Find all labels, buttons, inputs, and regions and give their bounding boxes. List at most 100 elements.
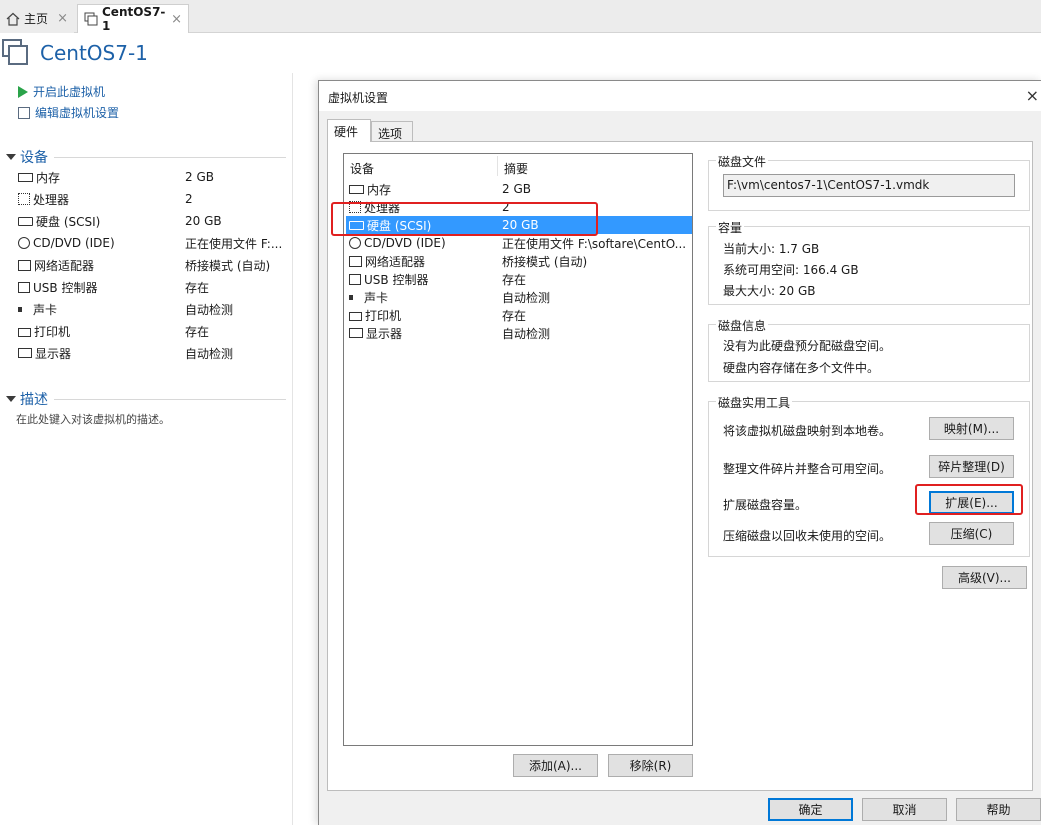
defragment-button[interactable]: 碎片整理(D) [929,455,1014,478]
display-icon [18,348,32,358]
device-list-item[interactable]: USB 控制器 存在 [346,270,692,288]
device-item-summary: 桥接模式 (自动) [502,254,588,269]
compact-button[interactable]: 压缩(C) [929,522,1014,545]
disk-info-line2: 硬盘内容存储在多个文件中。 [723,361,880,375]
device-value: 2 [185,192,193,206]
summary-device-row[interactable]: 处理器 2 [18,188,288,210]
disk-file-title: 磁盘文件 [716,153,769,170]
network-adapter-icon [349,255,362,267]
collapse-caret-icon [6,154,16,160]
sound-card-icon [349,292,361,303]
device-item-summary: 自动检测 [502,326,551,341]
disk-file-group: 磁盘文件 F:\vm\centos7-1\CentOS7-1.vmdk [708,153,1030,211]
device-item-name: 声卡 [364,290,389,305]
device-item-name: CD/DVD (IDE) [364,236,446,250]
description-heading: 描述 [20,392,48,408]
tab-options[interactable]: 选项 [371,121,413,141]
device-list-item[interactable]: 打印机 存在 [346,306,692,324]
ok-button[interactable]: 确定 [768,798,853,821]
vm-settings-dialog: 虚拟机设置 × 硬件 选项 设备 摘要 内存 2 GB 处理器 2 硬盘 (SC… [318,80,1041,825]
usb-controller-icon [349,273,361,285]
device-item-name: USB 控制器 [364,272,429,287]
expand-button-highlight [915,484,1023,515]
device-list-item[interactable]: 显示器 自动检测 [346,324,692,342]
add-device-button[interactable]: 添加(A)... [513,754,598,777]
column-device[interactable]: 设备 [350,160,374,177]
remove-device-button[interactable]: 移除(R) [608,754,693,777]
tab-home[interactable]: 主页 × [0,4,74,33]
memory-icon [349,184,364,194]
edit-settings-link[interactable]: 编辑虚拟机设置 [18,104,119,121]
available-space-text: 系统可用空间: 166.4 GB [723,263,859,277]
summary-device-row[interactable]: 声卡 自动检测 [18,298,288,320]
device-list-item[interactable]: CD/DVD (IDE) 正在使用文件 F:\softare\CentO... [346,234,692,252]
current-size-text: 当前大小: 1.7 GB [723,242,820,256]
help-button[interactable]: 帮助 [956,798,1041,821]
usb-controller-icon [18,281,30,293]
device-list-item[interactable]: 网络适配器 桥接模式 (自动) [346,252,692,270]
vm-large-icon [2,39,30,67]
device-name: 处理器 [33,192,70,207]
hard-disk-icon [18,216,33,226]
tab-hardware[interactable]: 硬件 [327,119,371,142]
device-list-header: 设备 摘要 [344,154,692,178]
map-button[interactable]: 映射(M)... [929,417,1014,440]
summary-device-row[interactable]: 硬盘 (SCSI) 20 GB [18,210,288,232]
device-item-summary: 2 GB [502,182,531,196]
description-section-header[interactable]: 描述 [6,389,286,409]
display-icon [349,328,363,338]
description-field[interactable]: 在此处键入对该虚拟机的描述。 [16,411,170,427]
device-name: 声卡 [33,302,58,317]
summary-device-row[interactable]: 网络适配器 桥接模式 (自动) [18,254,288,276]
device-name: USB 控制器 [33,280,98,295]
dialog-titlebar: 虚拟机设置 × [319,81,1041,111]
column-summary[interactable]: 摘要 [504,160,528,177]
devices-section-header[interactable]: 设备 [6,147,286,167]
tab-strip: 主页 × CentOS7-1 × [0,0,1041,33]
disk-file-path-field[interactable]: F:\vm\centos7-1\CentOS7-1.vmdk [723,174,1015,197]
edit-settings-icon [18,106,30,119]
device-list[interactable]: 设备 摘要 内存 2 GB 处理器 2 硬盘 (SCSI) 20 GB CD/D… [343,153,693,746]
device-name: 显示器 [35,346,72,361]
hardware-tab-pane: 设备 摘要 内存 2 GB 处理器 2 硬盘 (SCSI) 20 GB CD/D… [327,141,1033,791]
capacity-title: 容量 [716,219,745,236]
compact-description: 压缩磁盘以回收未使用的空间。 [723,529,892,543]
device-item-summary: 存在 [502,308,527,323]
device-list-item[interactable]: 声卡 自动检测 [346,288,692,306]
device-item-summary: 正在使用文件 F:\softare\CentO... [502,236,687,251]
device-value: 20 GB [185,214,222,228]
tab-vm[interactable]: CentOS7-1 × [77,4,189,33]
collapse-caret-icon [6,396,16,402]
close-icon[interactable]: × [1026,86,1039,105]
summary-device-row[interactable]: USB 控制器 存在 [18,276,288,298]
summary-device-row[interactable]: CD/DVD (IDE) 正在使用文件 F:... [18,232,288,254]
close-tab-vm-icon[interactable]: × [171,12,182,27]
device-item-summary: 自动检测 [502,290,551,305]
vm-title: CentOS7-1 [40,41,148,65]
device-item-name: 打印机 [365,308,402,323]
disk-info-title: 磁盘信息 [716,317,769,334]
network-adapter-icon [18,259,31,271]
summary-device-row[interactable]: 内存 2 GB [18,166,288,188]
dialog-title: 虚拟机设置 [328,91,389,105]
device-value: 存在 [185,324,210,339]
device-item-summary: 存在 [502,272,527,287]
capacity-group: 容量 当前大小: 1.7 GB 系统可用空间: 166.4 GB 最大大小: 2… [708,219,1030,305]
close-tab-home-icon[interactable]: × [57,11,68,26]
advanced-button[interactable]: 高级(V)... [942,566,1027,589]
devices-heading: 设备 [20,150,48,166]
device-item-name: 内存 [367,182,392,197]
summary-device-row[interactable]: 显示器 自动检测 [18,342,288,364]
summary-device-row[interactable]: 打印机 存在 [18,320,288,342]
device-name: 网络适配器 [34,258,95,273]
power-on-label: 开启此虚拟机 [33,85,106,99]
printer-icon [349,311,362,321]
processor-icon [18,193,30,205]
device-value: 存在 [185,280,210,295]
power-on-link[interactable]: 开启此虚拟机 [18,83,105,100]
device-value: 正在使用文件 F:... [185,236,283,251]
cd-dvd-icon [18,237,30,249]
device-list-item[interactable]: 内存 2 GB [346,180,692,198]
device-name: 打印机 [34,324,71,339]
cancel-button[interactable]: 取消 [862,798,947,821]
